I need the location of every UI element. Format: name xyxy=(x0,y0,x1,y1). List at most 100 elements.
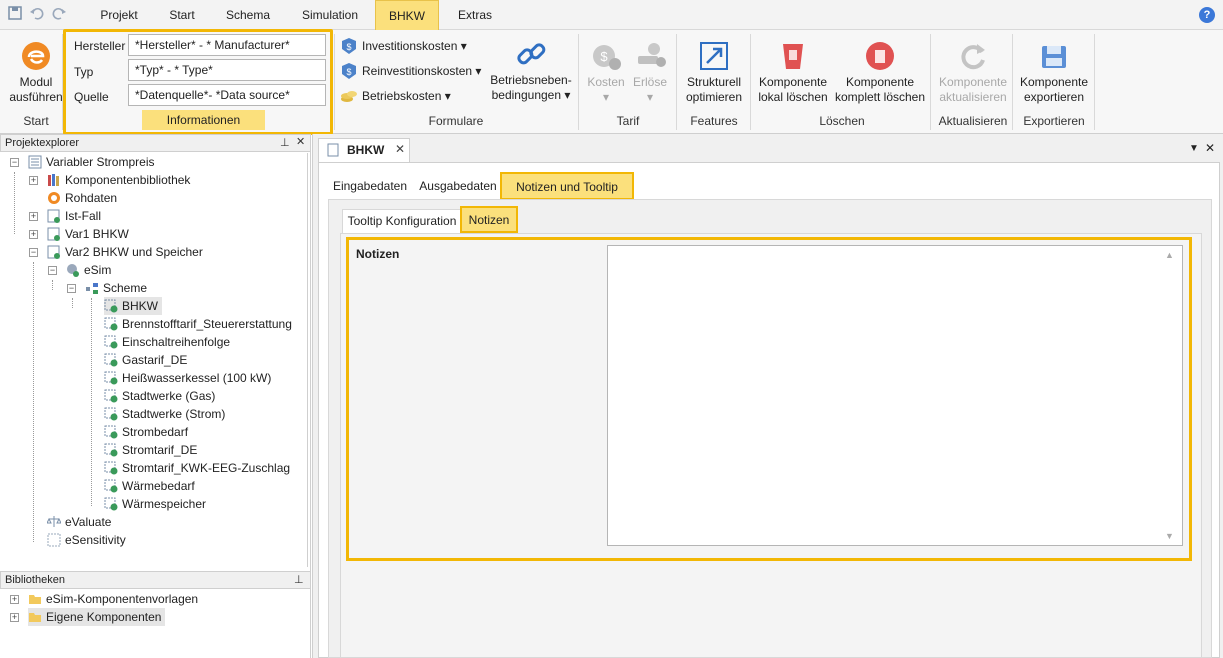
tree-expander[interactable]: + xyxy=(29,212,38,221)
chain-link-icon xyxy=(515,38,547,70)
tree-item-ist-fall[interactable]: Ist-Fall xyxy=(47,207,101,225)
tree-item-bhkw[interactable]: BHKW xyxy=(104,297,162,315)
lokal-loeschen-label-2: lokal löschen xyxy=(758,90,828,104)
help-icon[interactable]: ? xyxy=(1199,7,1215,23)
close-document-icon[interactable]: ✕ xyxy=(1205,141,1215,155)
menu-bar: Projekt Start Schema Simulation BHKW Ext… xyxy=(0,0,1223,31)
tab-ausgabedaten[interactable]: Ausgabedaten xyxy=(414,175,502,199)
tab-bhkw[interactable]: BHKW xyxy=(375,0,439,31)
aktualisieren-button[interactable]: Komponente aktualisieren xyxy=(936,40,1010,105)
tree-item-component[interactable]: Stromtarif_DE xyxy=(104,441,197,459)
document-tab-bhkw[interactable]: BHKW ✕ xyxy=(318,138,410,162)
subtab-notizen[interactable]: Notizen xyxy=(460,206,518,233)
tree-item-esim[interactable]: eSim xyxy=(66,261,111,279)
tree-expander[interactable]: − xyxy=(48,266,57,275)
strukturell-optimieren-button[interactable]: Strukturell optimieren xyxy=(682,40,746,105)
exportieren-label-2: exportieren xyxy=(1023,90,1085,104)
export-icon xyxy=(1038,40,1070,72)
kosten-button[interactable]: $ Kosten ▾ xyxy=(584,40,628,105)
erloese-label: Erlöse xyxy=(632,75,667,89)
tree-item-komponentenbibliothek[interactable]: Komponentenbibliothek xyxy=(47,171,190,189)
tab-list-dropdown-icon[interactable]: ▼ xyxy=(1189,143,1199,154)
betriebsnebenbedingungen-label-1: Betriebsneben- xyxy=(490,73,572,87)
tree-item-label: Rohdaten xyxy=(65,191,118,205)
reinvestitionskosten-button[interactable]: $ Reinvestitionskosten ▾ xyxy=(340,61,481,81)
scroll-down-icon[interactable]: ▼ xyxy=(1165,531,1174,541)
notizen-textarea[interactable] xyxy=(607,245,1183,546)
tree-item-label: eSensitivity xyxy=(65,533,126,547)
tree-item-component[interactable]: Stadtwerke (Strom) xyxy=(104,405,225,423)
component-icon xyxy=(104,407,118,421)
tree-item-evaluate[interactable]: eValuate xyxy=(46,513,111,531)
pin-icon[interactable]: ⊥ xyxy=(294,573,304,586)
group-label-aktualisieren: Aktualisieren xyxy=(938,114,1008,128)
pin-icon[interactable]: ⊥ xyxy=(280,136,290,149)
library-item-eigene-komponenten[interactable]: Eigene Komponenten xyxy=(28,608,166,626)
component-icon xyxy=(104,353,118,367)
tab-notizen-und-tooltip[interactable]: Notizen und Tooltip xyxy=(500,172,634,200)
tree-item-label: Scheme xyxy=(103,281,148,295)
tree-item-var1-bhkw[interactable]: Var1 BHKW xyxy=(47,225,129,243)
tree-expander[interactable]: + xyxy=(10,595,19,604)
document-tab-title: BHKW xyxy=(347,143,385,157)
tree-item-label: Brennstofftarif_Steuererstattung xyxy=(122,317,292,331)
tree-item-label: Einschaltreihenfolge xyxy=(122,335,231,349)
lokal-loeschen-button[interactable]: Komponente lokal löschen xyxy=(756,40,830,105)
tree-item-component[interactable]: Brennstofftarif_Steuererstattung xyxy=(104,315,292,333)
group-label-informationen: Informationen xyxy=(142,110,265,130)
tree-item-component[interactable]: Stromtarif_KWK-EEG-Zuschlag xyxy=(104,459,290,477)
tree-item-label: Wärmebedarf xyxy=(122,479,195,493)
tree-item-var2-bhkw-und-speicher[interactable]: Var2 BHKW und Speicher xyxy=(47,243,203,261)
save-icon[interactable] xyxy=(6,5,24,23)
tree-item-component[interactable]: Wärmebedarf xyxy=(104,477,195,495)
exportieren-button[interactable]: Komponente exportieren xyxy=(1018,40,1090,105)
group-label-formulare: Formulare xyxy=(428,114,484,128)
variant-icon xyxy=(47,209,61,223)
erloese-button[interactable]: Erlöse ▾ xyxy=(630,40,670,105)
group-label-start: Start xyxy=(23,114,49,128)
tree-item-label: Ist-Fall xyxy=(65,209,101,223)
library-item-esim-vorlagen[interactable]: eSim-Komponentenvorlagen xyxy=(28,590,198,608)
tree-item-component[interactable]: Strombedarf xyxy=(104,423,188,441)
close-tab-icon[interactable]: ✕ xyxy=(395,142,405,156)
undo-icon[interactable] xyxy=(28,5,46,23)
notizen-label: Notizen xyxy=(356,247,400,261)
reinvestitionskosten-icon: $ xyxy=(340,62,358,80)
group-label-features: Features xyxy=(690,114,738,128)
tree-item-label: Eigene Komponenten xyxy=(46,610,162,624)
tree-expander[interactable]: + xyxy=(29,230,38,239)
tree-expander[interactable]: − xyxy=(67,284,76,293)
tree-item-component[interactable]: Heißwasserkessel (100 kW) xyxy=(104,369,271,387)
tree-item-esensitivity[interactable]: eSensitivity xyxy=(47,531,126,549)
tree-item-component[interactable]: Gastarif_DE xyxy=(104,351,187,369)
tab-simulation[interactable]: Simulation xyxy=(292,0,368,30)
tree-expander[interactable]: + xyxy=(29,176,38,185)
tree-item-variabler-strompreis[interactable]: Variabler Strompreis xyxy=(28,153,154,171)
scroll-up-icon[interactable]: ▲ xyxy=(1165,250,1174,260)
investitionskosten-button[interactable]: $ Investitionskosten ▾ xyxy=(340,36,467,56)
tab-start[interactable]: Start xyxy=(158,0,206,30)
tree-item-label: Stromtarif_KWK-EEG-Zuschlag xyxy=(122,461,291,475)
tree-item-label: Heißwasserkessel (100 kW) xyxy=(122,371,272,385)
tab-eingabedaten[interactable]: Eingabedaten xyxy=(328,175,412,199)
tree-expander[interactable]: − xyxy=(29,248,38,257)
tree-item-component[interactable]: Einschaltreihenfolge xyxy=(104,333,230,351)
tree-item-scheme[interactable]: Scheme xyxy=(85,279,147,297)
tree-item-component[interactable]: Wärmespeicher xyxy=(104,495,206,513)
close-icon[interactable]: ✕ xyxy=(296,135,305,148)
betriebskosten-button[interactable]: Betriebskosten ▾ xyxy=(340,86,451,106)
tree-expander[interactable]: + xyxy=(10,613,19,622)
tree-item-rohdaten[interactable]: Rohdaten xyxy=(47,189,117,207)
tree-item-component[interactable]: Stadtwerke (Gas) xyxy=(104,387,215,405)
komplett-loeschen-button[interactable]: Komponente komplett löschen xyxy=(832,40,928,105)
tab-extras[interactable]: Extras xyxy=(448,0,502,30)
betriebsnebenbedingungen-button[interactable]: Betriebsneben- bedingungen ▾ xyxy=(486,38,576,103)
modul-ausfuehren-button[interactable]: Modul ausführen xyxy=(6,40,66,105)
project-explorer-title: Projektexplorer xyxy=(0,134,311,152)
tab-projekt[interactable]: Projekt xyxy=(88,0,150,30)
folder-icon xyxy=(28,610,42,624)
tab-schema[interactable]: Schema xyxy=(214,0,282,30)
tree-expander[interactable]: − xyxy=(10,158,19,167)
subtab-tooltip-konfiguration[interactable]: Tooltip Konfiguration xyxy=(342,209,462,233)
redo-icon[interactable] xyxy=(50,5,68,23)
